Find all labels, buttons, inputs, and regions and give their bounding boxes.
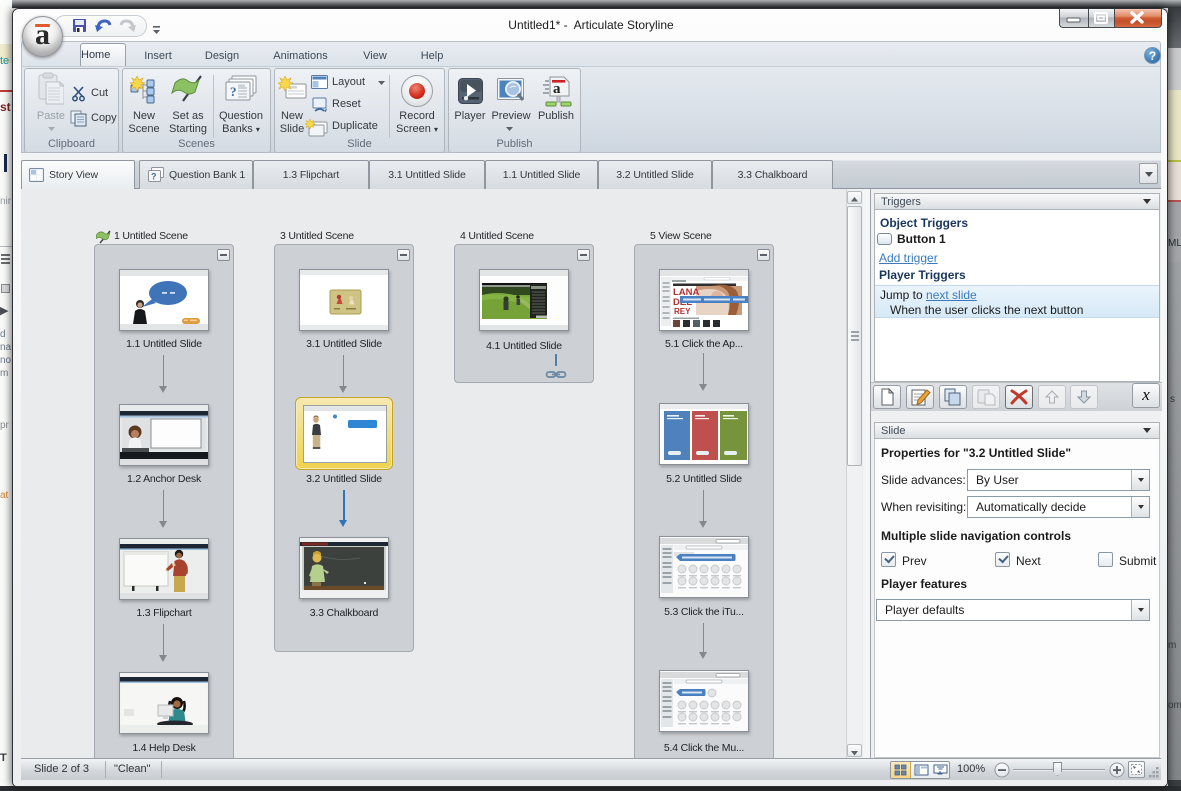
svg-text:a: a bbox=[553, 81, 561, 97]
svg-text:?: ? bbox=[151, 172, 156, 182]
svg-text:?: ? bbox=[230, 84, 237, 99]
svg-text:REY: REY bbox=[674, 307, 691, 316]
